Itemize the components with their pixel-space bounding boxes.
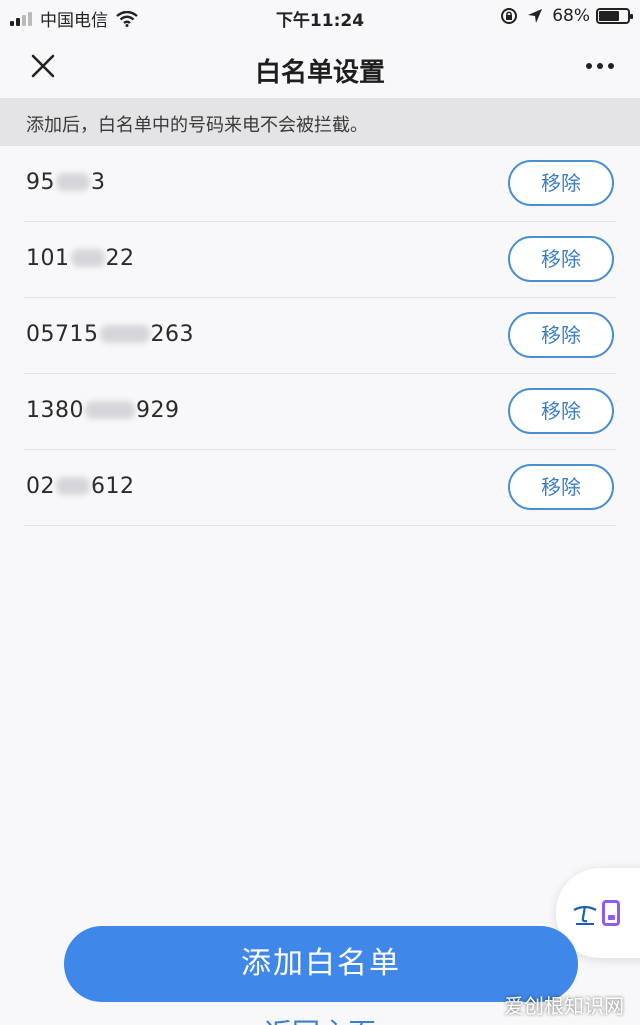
whitelist-row: 05715 263 移除 — [24, 298, 616, 374]
number-suffix: 22 — [105, 246, 135, 271]
whitelist: 95 3 移除 101 22 移除 05715 263 移除 1380 929 移除 0… — [0, 146, 640, 526]
remove-button[interactable]: 移除 — [508, 464, 614, 510]
screen: 中国电信 下午11:24 68% 白名单设置 添加后，白名单中的号码来电不会被拦… — [0, 0, 640, 1025]
location-icon — [528, 9, 543, 23]
notice-text: 添加后，白名单中的号码来电不会被拦截。 — [26, 115, 368, 136]
more-icon[interactable] — [584, 56, 616, 76]
card-icon — [602, 900, 620, 926]
battery-percent: 68% — [552, 6, 590, 26]
number-prefix: 1380 — [26, 398, 84, 423]
number-prefix: 05715 — [26, 322, 99, 347]
number-suffix: 929 — [136, 398, 180, 423]
page-title: 白名单设置 — [254, 58, 385, 88]
phone-number: 95 3 — [26, 170, 106, 195]
number-suffix: 612 — [91, 474, 135, 499]
add-whitelist-button[interactable]: 添加白名单 — [64, 926, 578, 1002]
number-prefix: 02 — [26, 474, 55, 499]
number-suffix: 263 — [150, 322, 194, 347]
remove-button[interactable]: 移除 — [508, 160, 614, 206]
redaction-blur — [85, 401, 135, 419]
redaction-blur — [99, 325, 150, 343]
status-bar: 中国电信 下午11:24 68% — [0, 0, 640, 34]
redaction-blur — [56, 173, 90, 191]
whitelist-row: 95 3 移除 — [24, 146, 616, 222]
remove-button[interactable]: 移除 — [508, 236, 614, 282]
phone-number: 1380 929 — [26, 398, 180, 423]
remove-button[interactable]: 移除 — [508, 312, 614, 358]
telecom-logo-icon — [573, 905, 597, 925]
phone-number: 05715 263 — [26, 322, 194, 347]
whitelist-row: 101 22 移除 — [24, 222, 616, 298]
watermark: 爱创根知识网 — [504, 994, 624, 1018]
phone-number: 02 612 — [26, 474, 135, 499]
number-prefix: 101 — [26, 246, 70, 271]
nav-bar: 白名单设置 — [0, 34, 640, 98]
redaction-blur — [70, 249, 105, 267]
battery-icon — [596, 8, 633, 24]
notice-banner: 添加后，白名单中的号码来电不会被拦截。 — [0, 98, 640, 146]
whitelist-row: 02 612 移除 — [24, 450, 616, 526]
remove-button[interactable]: 移除 — [508, 388, 614, 434]
status-right: 68% — [500, 6, 633, 26]
whitelist-row: 1380 929 移除 — [24, 374, 616, 450]
rotation-lock-icon — [501, 8, 518, 24]
number-prefix: 95 — [26, 170, 55, 195]
number-suffix: 3 — [91, 170, 106, 195]
phone-number: 101 22 — [26, 246, 135, 271]
redaction-blur — [56, 477, 90, 495]
